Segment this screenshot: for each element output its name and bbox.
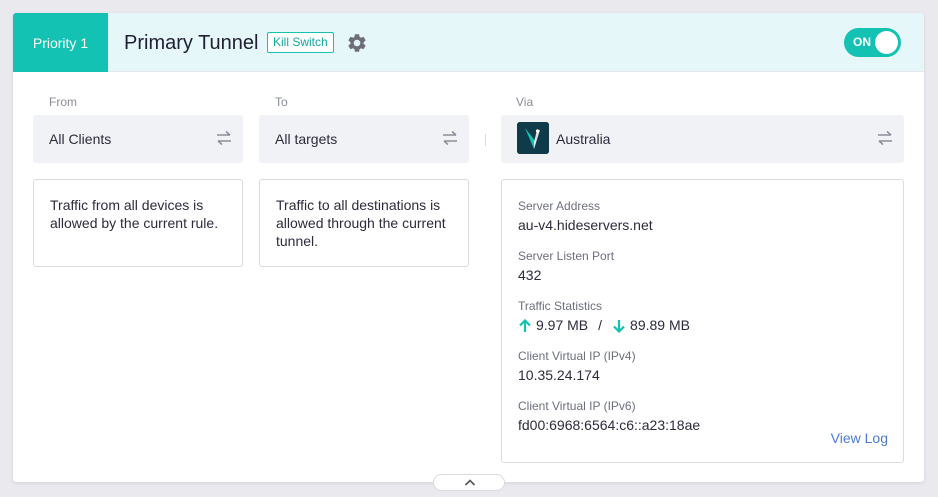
via-label: Via xyxy=(516,95,534,109)
ipv4-label: Client Virtual IP (IPv4) xyxy=(518,349,636,363)
upload-value: 9.97 MB xyxy=(536,317,589,333)
to-description: Traffic to all destinations is allowed t… xyxy=(259,179,469,267)
connection-details: Server Address au-v4.hideservers.net Ser… xyxy=(501,179,904,463)
vpn-logo-icon xyxy=(517,122,549,154)
view-log-link[interactable]: View Log xyxy=(831,430,888,447)
kill-switch-badge: Kill Switch xyxy=(267,32,334,53)
priority-label: Priority 1 xyxy=(13,13,108,72)
from-value: All Clients xyxy=(49,131,112,147)
column-divider xyxy=(485,134,486,146)
server-address-value: au-v4.hideservers.net xyxy=(518,217,653,233)
tunnel-toggle[interactable]: ON xyxy=(844,28,901,57)
traffic-stats: 9.97 MB / 89.89 MB xyxy=(518,317,690,334)
via-select[interactable]: Australia xyxy=(501,115,904,163)
listen-port-value: 432 xyxy=(518,267,542,283)
listen-port-label: Server Listen Port xyxy=(518,249,615,263)
toggle-label: ON xyxy=(853,35,871,49)
ipv6-label: Client Virtual IP (IPv6) xyxy=(518,399,636,413)
tunnel-title: Primary Tunnel xyxy=(124,32,259,54)
from-label: From xyxy=(49,95,77,109)
chevron-up-icon xyxy=(464,479,476,486)
gear-icon[interactable] xyxy=(346,32,368,54)
card-header: Priority 1 Primary Tunnel Kill Switch ON xyxy=(13,13,924,72)
from-description: Traffic from all devices is allowed by t… xyxy=(33,179,243,267)
swap-icon xyxy=(217,130,231,146)
tunnel-card: Priority 1 Primary Tunnel Kill Switch ON… xyxy=(13,13,924,491)
traffic-separator: / xyxy=(598,317,603,333)
via-value: Australia xyxy=(556,131,611,147)
server-address-label: Server Address xyxy=(518,199,601,213)
from-select[interactable]: All Clients xyxy=(33,115,243,163)
ipv4-value: 10.35.24.174 xyxy=(518,367,600,383)
swap-icon xyxy=(443,130,457,146)
ipv6-value: fd00:6968:6564:c6::a23:18ae xyxy=(518,417,701,433)
toggle-knob xyxy=(875,31,898,54)
swap-icon xyxy=(878,130,892,146)
arrow-down-icon xyxy=(613,319,625,333)
traffic-label: Traffic Statistics xyxy=(518,299,603,313)
arrow-up-icon xyxy=(519,318,531,332)
to-label: To xyxy=(275,95,288,109)
download-value: 89.89 MB xyxy=(630,317,690,333)
to-select[interactable]: All targets xyxy=(259,115,469,163)
collapse-button[interactable] xyxy=(433,474,505,491)
to-value: All targets xyxy=(275,131,338,147)
